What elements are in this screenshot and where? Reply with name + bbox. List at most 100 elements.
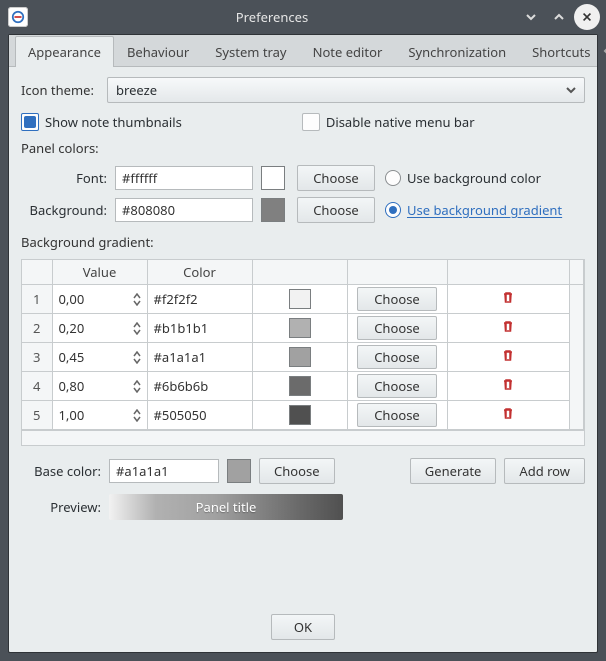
header-scroll xyxy=(570,260,584,285)
row-index[interactable]: 1 xyxy=(22,285,52,314)
font-color-swatch[interactable] xyxy=(261,166,285,190)
font-color-input[interactable] xyxy=(115,166,253,190)
header-swatch[interactable] xyxy=(252,260,347,285)
spinner-arrows-icon[interactable] xyxy=(133,380,141,393)
use-background-color-label: Use background color xyxy=(407,169,541,187)
swatch-cell xyxy=(252,372,347,401)
color-cell[interactable] xyxy=(147,372,252,401)
use-background-color-radio[interactable] xyxy=(385,170,401,186)
header-delete[interactable] xyxy=(447,260,570,285)
base-color-choose-button[interactable]: Choose xyxy=(259,458,335,484)
swatch-cell xyxy=(252,314,347,343)
gradient-choose-button[interactable]: Choose xyxy=(357,403,437,427)
gradient-hex-input[interactable] xyxy=(154,290,246,308)
titlebar: Preferences xyxy=(0,0,606,34)
gradient-hex-input[interactable] xyxy=(154,406,246,424)
trash-icon xyxy=(501,319,515,337)
background-color-swatch[interactable] xyxy=(261,198,285,222)
gradient-value-input[interactable] xyxy=(59,319,129,337)
window-minimize-button[interactable] xyxy=(518,4,544,30)
gradient-hex-input[interactable] xyxy=(154,319,246,337)
value-cell[interactable] xyxy=(52,285,147,314)
delete-cell[interactable] xyxy=(447,314,570,343)
header-choose[interactable] xyxy=(347,260,447,285)
gradient-choose-button[interactable]: Choose xyxy=(357,316,437,340)
tab-system-tray[interactable]: System tray xyxy=(202,36,299,67)
color-cell[interactable] xyxy=(147,343,252,372)
gradient-swatch[interactable] xyxy=(289,318,311,338)
gradient-hex-input[interactable] xyxy=(154,377,246,395)
icon-theme-select[interactable]: breeze xyxy=(107,77,585,103)
tab-shortcuts[interactable]: Shortcuts xyxy=(519,36,603,67)
ok-button[interactable]: OK xyxy=(271,614,335,640)
color-cell[interactable] xyxy=(147,285,252,314)
table-row: 2 Choose xyxy=(22,314,584,343)
spinner-arrows-icon[interactable] xyxy=(133,351,141,364)
table-vscrollbar[interactable] xyxy=(570,285,584,430)
tab-appearance[interactable]: Appearance xyxy=(15,36,114,67)
value-cell[interactable] xyxy=(52,401,147,430)
tab-note-editor[interactable]: Note editor xyxy=(300,36,396,67)
gradient-swatch[interactable] xyxy=(289,347,311,367)
background-color-input[interactable] xyxy=(115,198,253,222)
disable-native-menubar-checkbox[interactable] xyxy=(302,113,320,131)
value-cell[interactable] xyxy=(52,314,147,343)
show-thumbnails-label: Show note thumbnails xyxy=(45,113,182,131)
base-color-swatch[interactable] xyxy=(227,459,251,483)
spinner-arrows-icon[interactable] xyxy=(133,322,141,335)
font-label: Font: xyxy=(21,169,107,187)
preview-label: Preview: xyxy=(21,498,101,516)
table-row: 1 Choose xyxy=(22,285,584,314)
add-row-button[interactable]: Add row xyxy=(504,458,585,484)
choose-cell: Choose xyxy=(347,372,447,401)
delete-cell[interactable] xyxy=(447,285,570,314)
preview-panel: Panel title xyxy=(109,494,343,520)
gradient-choose-button[interactable]: Choose xyxy=(357,287,437,311)
color-cell[interactable] xyxy=(147,401,252,430)
row-index[interactable]: 2 xyxy=(22,314,52,343)
gradient-swatch[interactable] xyxy=(289,405,311,425)
gradient-value-input[interactable] xyxy=(59,406,129,424)
choose-cell: Choose xyxy=(347,401,447,430)
font-choose-button[interactable]: Choose xyxy=(297,165,375,191)
base-color-row: Base color: Choose Generate Add row xyxy=(21,458,585,484)
panel-colors-label: Panel colors: xyxy=(21,139,585,157)
background-choose-button[interactable]: Choose xyxy=(297,197,375,223)
row-index[interactable]: 3 xyxy=(22,343,52,372)
tabs: Appearance Behaviour System tray Note ed… xyxy=(9,35,597,67)
gradient-value-input[interactable] xyxy=(59,290,129,308)
tab-behaviour[interactable]: Behaviour xyxy=(114,36,202,67)
delete-cell[interactable] xyxy=(447,401,570,430)
gradient-hex-input[interactable] xyxy=(154,348,246,366)
generate-button[interactable]: Generate xyxy=(410,458,497,484)
value-cell[interactable] xyxy=(52,343,147,372)
base-color-input[interactable] xyxy=(109,459,219,483)
gradient-choose-button[interactable]: Choose xyxy=(357,374,437,398)
tab-synchronization[interactable]: Synchronization xyxy=(395,36,519,67)
color-cell[interactable] xyxy=(147,314,252,343)
window-maximize-button[interactable] xyxy=(546,4,572,30)
preview-panel-title: Panel title xyxy=(196,498,257,516)
row-index[interactable]: 5 xyxy=(22,401,52,430)
row-index[interactable]: 4 xyxy=(22,372,52,401)
gradient-table: Value Color 1 Choose 2 Choose 3 Choose 4 Choose… xyxy=(21,259,585,446)
header-color[interactable]: Color xyxy=(147,260,252,285)
value-cell[interactable] xyxy=(52,372,147,401)
gradient-choose-button[interactable]: Choose xyxy=(357,345,437,369)
gradient-swatch[interactable] xyxy=(289,289,311,309)
use-background-gradient-radio[interactable] xyxy=(385,202,401,218)
gradient-swatch[interactable] xyxy=(289,376,311,396)
gradient-value-input[interactable] xyxy=(59,348,129,366)
header-value[interactable]: Value xyxy=(52,260,147,285)
spinner-arrows-icon[interactable] xyxy=(133,409,141,422)
choose-cell: Choose xyxy=(347,285,447,314)
spinner-arrows-icon[interactable] xyxy=(133,293,141,306)
show-thumbnails-checkbox[interactable] xyxy=(21,113,39,131)
gradient-value-input[interactable] xyxy=(59,377,129,395)
window-close-button[interactable] xyxy=(574,4,600,30)
delete-cell[interactable] xyxy=(447,343,570,372)
preferences-window: Preferences Appearance Behaviour System … xyxy=(0,0,606,661)
delete-cell[interactable] xyxy=(447,372,570,401)
table-scrollbar-track[interactable] xyxy=(22,430,584,445)
use-background-gradient-label: Use background gradient xyxy=(407,201,562,219)
